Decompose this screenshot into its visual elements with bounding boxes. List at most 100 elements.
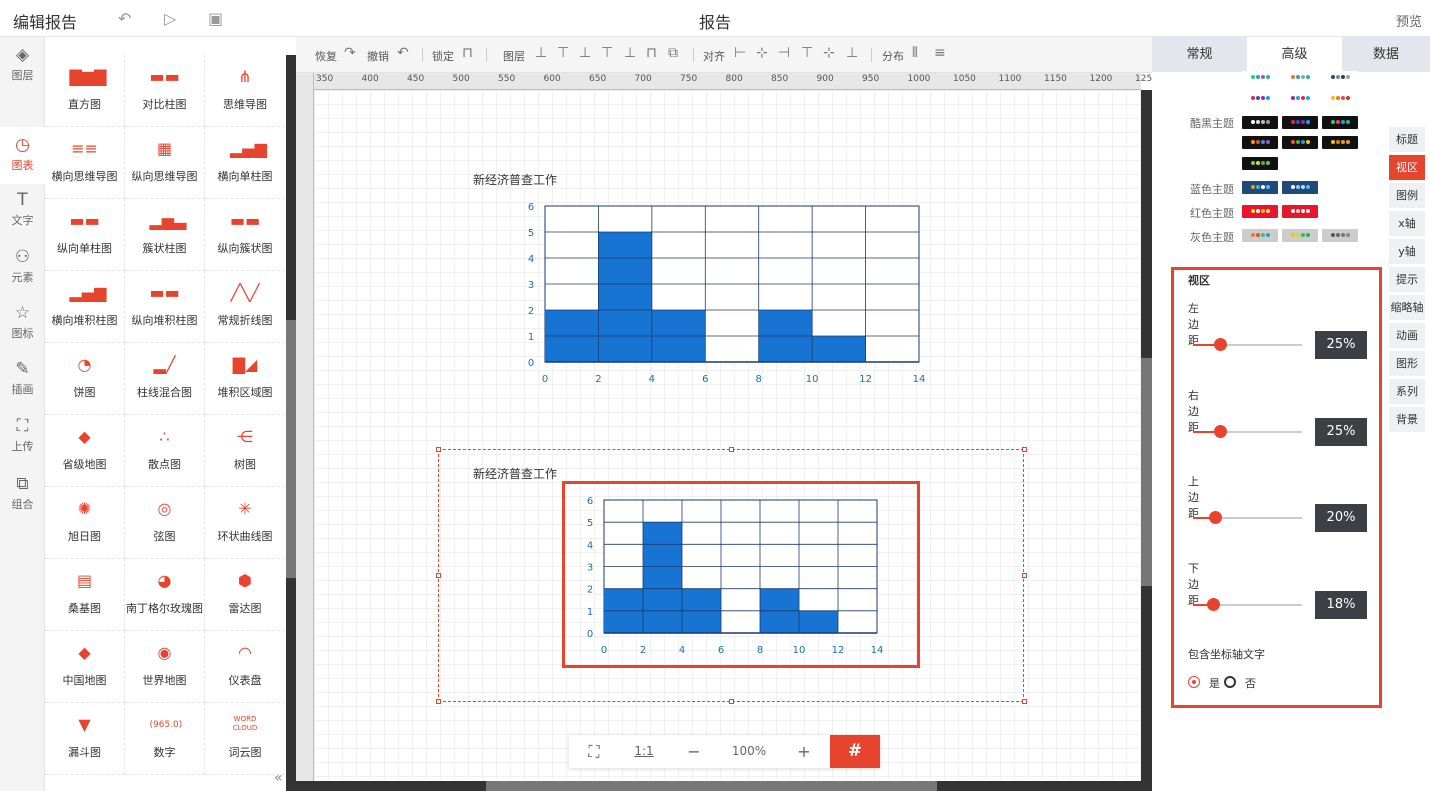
grid-toggle-icon[interactable]: # xyxy=(830,735,880,768)
palette-scrollbar-thumb[interactable] xyxy=(286,320,296,578)
lock-icon[interactable]: ⊓ xyxy=(462,45,473,61)
theme-swatch[interactable] xyxy=(1282,71,1318,84)
resize-handle[interactable] xyxy=(729,447,734,452)
slider-handle[interactable] xyxy=(1207,598,1220,611)
theme-swatch[interactable] xyxy=(1282,181,1318,194)
layer-top-icon[interactable]: ⊤ xyxy=(557,45,569,61)
undo-icon[interactable]: ↶ xyxy=(397,45,409,61)
theme-swatch[interactable] xyxy=(1282,205,1318,218)
slider-handle[interactable] xyxy=(1214,425,1227,438)
resize-handle[interactable] xyxy=(1022,699,1027,704)
zoom-in-button[interactable]: + xyxy=(779,735,829,768)
theme-swatch[interactable] xyxy=(1242,229,1278,242)
distribute-vertical-icon[interactable]: ≡ xyxy=(934,45,946,61)
side-tab[interactable]: 图形 xyxy=(1389,351,1425,376)
resize-handle[interactable] xyxy=(436,699,441,704)
slider-handle[interactable] xyxy=(1209,511,1222,524)
nav-group[interactable]: ⧉ 组合 xyxy=(0,466,45,523)
side-tab[interactable]: 缩略轴 xyxy=(1389,295,1425,320)
margin-value-box[interactable]: 18% xyxy=(1315,591,1367,619)
theme-swatch[interactable] xyxy=(1322,136,1358,149)
layer-bottom-icon[interactable]: ⊥ xyxy=(624,45,636,61)
layer-up-icon[interactable]: ⊥ xyxy=(535,45,547,61)
palette-item[interactable]: ∴ 散点图 xyxy=(125,415,205,487)
palette-item[interactable]: ◆ 省级地图 xyxy=(45,415,125,487)
redo-icon[interactable]: ↷ xyxy=(344,45,356,61)
palette-item[interactable]: WORD CLOUD 词云图 xyxy=(205,703,285,775)
tab-general[interactable]: 常规 xyxy=(1152,37,1247,72)
margin-value-box[interactable]: 20% xyxy=(1315,504,1367,532)
delete-icon[interactable]: ⊓ xyxy=(646,45,657,61)
palette-item[interactable]: ▂╱ 柱线混合图 xyxy=(125,343,205,415)
palette-item[interactable]: ≡≡ 横向思维导图 xyxy=(45,127,125,199)
theme-swatch[interactable] xyxy=(1282,92,1318,105)
radio-no[interactable] xyxy=(1224,676,1236,688)
side-tab[interactable]: 标题 xyxy=(1389,127,1425,152)
resize-handle[interactable] xyxy=(436,447,441,452)
preview-button[interactable]: 预览 xyxy=(1396,11,1422,30)
align-top-icon[interactable]: ⊤ xyxy=(801,45,813,61)
palette-item[interactable]: ▇◢ 堆积区域图 xyxy=(205,343,285,415)
side-tab[interactable]: 动画 xyxy=(1389,323,1425,348)
palette-item[interactable]: ▤ 桑基图 xyxy=(45,559,125,631)
align-center-icon[interactable]: ⊹ xyxy=(756,45,768,61)
theme-swatch[interactable] xyxy=(1322,229,1358,242)
palette-item[interactable]: ◎ 弦图 xyxy=(125,487,205,559)
theme-swatch[interactable] xyxy=(1242,205,1278,218)
palette-item[interactable]: ▇▆▇ 直方图 xyxy=(45,55,125,127)
nav-icons[interactable]: ☆ 图标 xyxy=(0,295,45,352)
redo-label[interactable]: 恢复 xyxy=(315,48,337,64)
side-tab[interactable]: 图例 xyxy=(1389,183,1425,208)
align-left-icon[interactable]: ⊢ xyxy=(734,45,746,61)
resize-handle[interactable] xyxy=(436,573,441,578)
theme-swatch[interactable] xyxy=(1322,116,1358,129)
theme-swatch[interactable] xyxy=(1242,71,1278,84)
palette-item[interactable]: ◆ 中国地图 xyxy=(45,631,125,703)
align-bottom-icon[interactable]: ⊥ xyxy=(846,45,858,61)
palette-item[interactable]: ◉ 世界地图 xyxy=(125,631,205,703)
nav-layers[interactable]: ◈ 图层 xyxy=(0,37,45,94)
lock-label[interactable]: 锁定 xyxy=(432,48,454,64)
radio-yes[interactable] xyxy=(1188,676,1200,688)
palette-item[interactable]: ╱╲╱ 常规折线图 xyxy=(205,271,285,343)
palette-item[interactable]: ◕ 南丁格尔玫瑰图 xyxy=(125,559,205,631)
canvas-horizontal-scrollbar-thumb[interactable] xyxy=(486,781,937,791)
palette-item[interactable]: ▬▬ 对比柱图 xyxy=(125,55,205,127)
palette-item[interactable]: ▬▬ 纵向单柱图 xyxy=(45,199,125,271)
side-tab[interactable]: 视区 xyxy=(1389,155,1425,180)
palette-item[interactable]: ✳ 环状曲线图 xyxy=(205,487,285,559)
align-middle-icon[interactable]: ⊹ xyxy=(823,45,835,61)
palette-item[interactable]: ⋲ 树图 xyxy=(205,415,285,487)
histogram-chart-1[interactable]: 01234560 2 4 6 8 10 12 14 xyxy=(520,195,940,390)
margin-value-box[interactable]: 25% xyxy=(1315,418,1367,446)
distribute-horizontal-icon[interactable]: ⫴ xyxy=(912,45,918,61)
nav-charts[interactable]: ◷ 图表 xyxy=(0,127,45,184)
side-tab[interactable]: 背景 xyxy=(1389,407,1425,432)
side-tab[interactable]: x轴 xyxy=(1389,211,1425,236)
palette-item[interactable]: ▦ 纵向思维导图 xyxy=(125,127,205,199)
zoom-out-button[interactable]: − xyxy=(669,735,719,768)
nav-text[interactable]: T 文字 xyxy=(0,182,45,239)
side-tab[interactable]: y轴 xyxy=(1389,239,1425,264)
layer-label[interactable]: 图层 xyxy=(503,48,525,64)
actual-size-button[interactable]: 1:1 xyxy=(619,735,669,768)
palette-item[interactable]: ▬▬ 纵向簇状图 xyxy=(205,199,285,271)
copy-icon[interactable]: ⧉ xyxy=(668,45,678,61)
theme-swatch[interactable] xyxy=(1322,92,1358,105)
palette-item[interactable]: (965.0) 数字 xyxy=(125,703,205,775)
palette-item[interactable]: ◔ 饼图 xyxy=(45,343,125,415)
tab-advanced[interactable]: 高级 xyxy=(1247,37,1342,72)
palette-item[interactable]: ▂▅▃ 簇状柱图 xyxy=(125,199,205,271)
theme-swatch[interactable] xyxy=(1282,136,1318,149)
theme-swatch[interactable] xyxy=(1242,92,1278,105)
undo-label[interactable]: 撤销 xyxy=(367,48,389,64)
layer-bottom-icon[interactable]: ⊤ xyxy=(601,45,613,61)
theme-swatch[interactable] xyxy=(1282,116,1318,129)
nav-illustration[interactable]: ✎ 插画 xyxy=(0,351,45,408)
theme-swatch[interactable] xyxy=(1242,136,1278,149)
palette-item[interactable]: ✺ 旭日图 xyxy=(45,487,125,559)
palette-item[interactable]: ⬢ 雷达图 xyxy=(205,559,285,631)
theme-swatch[interactable] xyxy=(1322,71,1358,84)
layer-down-icon[interactable]: ⊥ xyxy=(579,45,591,61)
theme-swatch[interactable] xyxy=(1242,181,1278,194)
